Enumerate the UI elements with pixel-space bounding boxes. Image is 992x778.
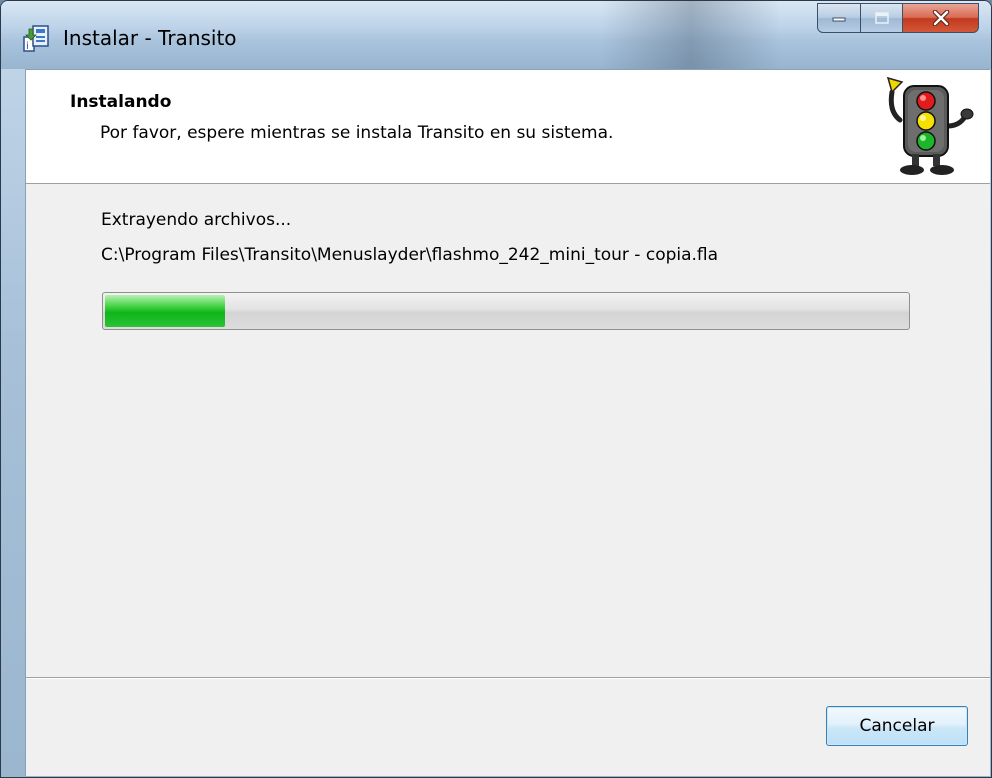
footer-divider [26, 677, 990, 679]
maximize-button[interactable] [861, 3, 903, 33]
extraction-status: Extrayendo archivos... [101, 210, 292, 230]
close-button[interactable] [903, 3, 979, 33]
installer-client-area: Instalando Por favor, espere mientras se… [25, 69, 990, 776]
page-subtitle: Por favor, espere mientras se instala Tr… [100, 123, 614, 143]
minimize-icon [832, 17, 846, 22]
current-file-path: C:\Program Files\Transito\Menuslayder\fl… [101, 245, 719, 265]
maximize-icon [874, 12, 889, 24]
title-bar-background [601, 1, 781, 69]
installer-app-icon[interactable]: i [23, 23, 53, 53]
window-title: Instalar - Transito [63, 26, 237, 50]
caption-buttons [817, 3, 979, 33]
title-bar[interactable]: i Instalar - Transito [1, 1, 991, 69]
installer-window: i Instalar - Transito Instalando Por fav… [0, 0, 992, 778]
cancel-button[interactable]: Cancelar [826, 706, 968, 746]
wizard-header: Instalando Por favor, espere mientras se… [26, 70, 990, 184]
svg-text:i: i [26, 41, 29, 52]
minimize-button[interactable] [817, 3, 861, 33]
close-icon [932, 10, 949, 26]
page-title: Instalando [70, 92, 172, 112]
install-progress-bar [102, 292, 910, 330]
traffic-light-mascot [886, 76, 974, 175]
progress-fill [105, 295, 225, 327]
